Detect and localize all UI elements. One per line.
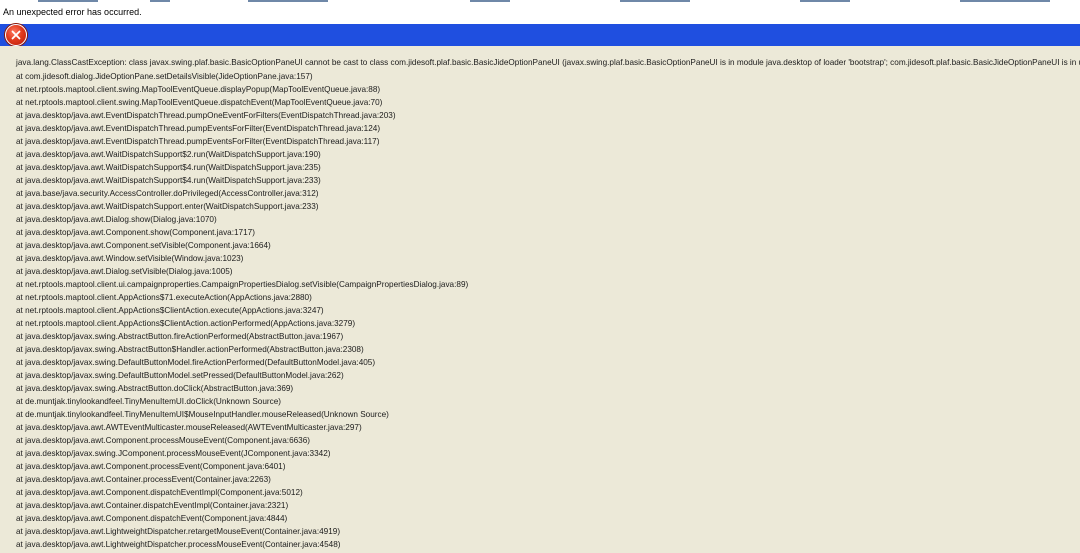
- stack-frame: at java.desktop/java.awt.EventDispatchTh…: [16, 137, 380, 146]
- stack-trace-panel[interactable]: java.lang.ClassCastException: class java…: [0, 46, 1080, 553]
- stack-frame: at java.desktop/java.awt.Component.dispa…: [16, 514, 288, 523]
- stack-frame: at java.desktop/javax.swing.AbstractButt…: [16, 384, 294, 393]
- stack-frame: at java.desktop/java.awt.WaitDispatchSup…: [16, 176, 321, 185]
- stack-frame: at java.desktop/java.awt.Dialog.setVisib…: [16, 267, 233, 276]
- stack-frame: at java.desktop/java.awt.WaitDispatchSup…: [16, 150, 321, 159]
- stack-frame: at de.muntjak.tinylookandfeel.TinyMenuIt…: [16, 410, 389, 419]
- error-dialog-window: An unexpected error has occurred. java.l…: [0, 0, 1080, 553]
- stack-frame: at java.desktop/java.awt.LightweightDisp…: [16, 527, 341, 536]
- stack-frame: at net.rptools.maptool.client.swing.MapT…: [16, 98, 383, 107]
- stack-frame: at java.desktop/java.awt.Component.proce…: [16, 462, 286, 471]
- stack-frame: at java.desktop/java.awt.Component.proce…: [16, 436, 311, 445]
- stack-frame: at java.desktop/java.awt.EventDispatchTh…: [16, 111, 396, 120]
- top-edge-decoration: [0, 0, 1080, 2]
- stack-frame: at net.rptools.maptool.client.AppActions…: [16, 293, 312, 302]
- stack-frame: at java.desktop/java.awt.Container.dispa…: [16, 501, 289, 510]
- dialog-title: An unexpected error has occurred.: [3, 7, 142, 17]
- stack-frame: at de.muntjak.tinylookandfeel.TinyMenuIt…: [16, 397, 282, 406]
- stack-frame: at java.desktop/java.awt.Dialog.show(Dia…: [16, 215, 217, 224]
- stack-frame: at java.base/java.security.AccessControl…: [16, 189, 319, 198]
- stack-frame: at java.desktop/java.awt.Component.setVi…: [16, 241, 271, 250]
- stack-frame: at java.desktop/java.awt.LightweightDisp…: [16, 540, 341, 549]
- stack-frame: at java.desktop/javax.swing.DefaultButto…: [16, 358, 376, 367]
- stack-frame: at net.rptools.maptool.client.ui.campaig…: [16, 280, 469, 289]
- stack-frame: at com.jidesoft.dialog.JideOptionPane.se…: [16, 72, 313, 81]
- stack-frame: at java.desktop/java.awt.Component.show(…: [16, 228, 255, 237]
- stack-frame: at java.desktop/java.awt.Component.dispa…: [16, 488, 303, 497]
- stack-trace-list: java.lang.ClassCastException: class java…: [16, 56, 1080, 551]
- stack-frame: at java.desktop/javax.swing.DefaultButto…: [16, 371, 344, 380]
- stack-frame: at java.desktop/javax.swing.AbstractButt…: [16, 332, 344, 341]
- exception-message: java.lang.ClassCastException: class java…: [16, 58, 1080, 67]
- stack-frame: at net.rptools.maptool.client.AppActions…: [16, 319, 356, 328]
- stack-frame: at java.desktop/java.awt.WaitDispatchSup…: [16, 202, 319, 211]
- stack-frame: at net.rptools.maptool.client.AppActions…: [16, 306, 324, 315]
- error-x-icon: [5, 24, 27, 46]
- stack-frame: at java.desktop/javax.swing.JComponent.p…: [16, 449, 331, 458]
- stack-frame: at java.desktop/java.awt.WaitDispatchSup…: [16, 163, 321, 172]
- stack-frame: at net.rptools.maptool.client.swing.MapT…: [16, 85, 381, 94]
- stack-frame: at java.desktop/java.awt.Container.proce…: [16, 475, 271, 484]
- dialog-header-bar: [0, 24, 1080, 46]
- stack-frame: at java.desktop/java.awt.AWTEventMultica…: [16, 423, 362, 432]
- stack-frame: at java.desktop/java.awt.EventDispatchTh…: [16, 124, 381, 133]
- stack-frame: at java.desktop/java.awt.Window.setVisib…: [16, 254, 244, 263]
- stack-frame: at java.desktop/javax.swing.AbstractButt…: [16, 345, 364, 354]
- dialog-title-bar: An unexpected error has occurred.: [0, 0, 1080, 24]
